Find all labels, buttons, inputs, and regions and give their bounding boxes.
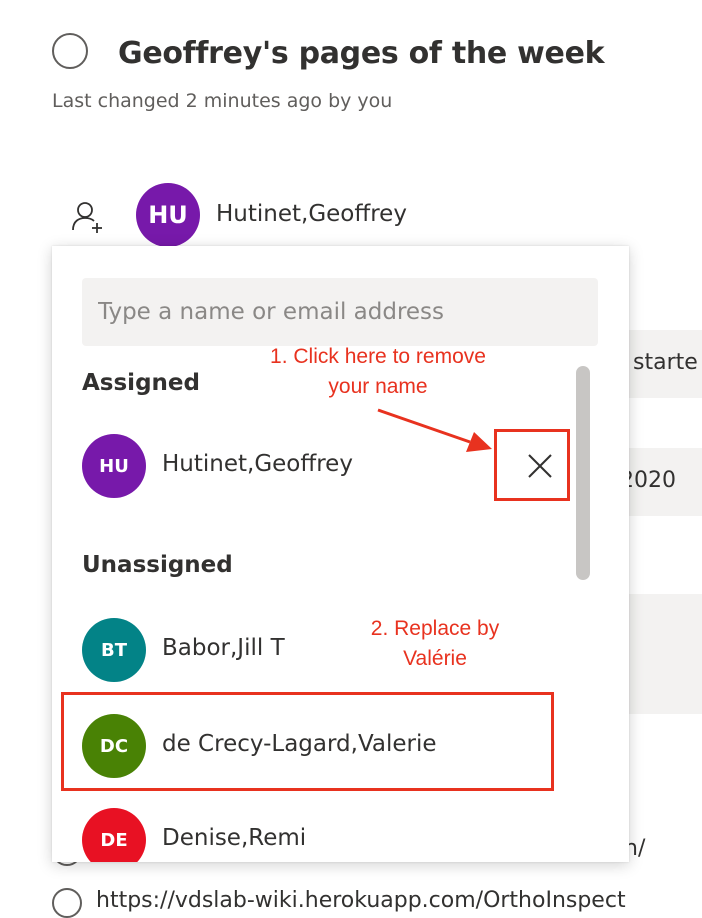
avatar-initials: DE [100, 829, 128, 851]
background-fragment-started: starte [633, 350, 698, 375]
scrollbar-thumb[interactable] [576, 366, 590, 580]
annotation-step-2-line-1: 2. Replace by [370, 617, 500, 640]
avatar: HU [82, 434, 146, 498]
unassigned-person-row[interactable]: DE Denise,Remi [82, 808, 562, 862]
annotation-step-1-line-1: 1. Click here to remove [270, 345, 486, 368]
people-search-input[interactable] [82, 278, 598, 346]
annotation-step-2: 2. Replace by Valérie [345, 614, 525, 674]
last-changed-text: Last changed 2 minutes ago by you [52, 90, 393, 112]
annotation-step-1: 1. Click here to remove your name [238, 342, 518, 402]
person-name: Hutinet,Geoffrey [162, 451, 353, 477]
add-person-icon[interactable] [70, 199, 104, 235]
assignee-avatar: HU [136, 183, 200, 247]
task-title[interactable]: Geoffrey's pages of the week [118, 36, 605, 71]
checklist-link[interactable]: https://vdslab-wiki.herokuapp.com/OrthoI… [96, 888, 626, 913]
scrollbar-track[interactable] [568, 360, 598, 862]
checklist-radio-2[interactable] [52, 888, 82, 918]
complete-task-circle[interactable] [52, 33, 88, 69]
avatar-initials: BT [101, 639, 127, 661]
avatar: DE [82, 808, 146, 862]
annotation-replace-highlight [61, 692, 554, 791]
assigned-heading: Assigned [82, 370, 200, 396]
annotation-step-2-line-2: Valérie [403, 647, 467, 670]
unassigned-heading: Unassigned [82, 552, 233, 578]
person-name: Denise,Remi [162, 825, 307, 851]
annotation-step-1-line-2: your name [328, 375, 428, 398]
assignee-initials: HU [148, 201, 188, 229]
avatar: BT [82, 618, 146, 682]
annotation-remove-highlight [494, 429, 570, 501]
assignment-row[interactable]: HU Hutinet,Geoffrey [70, 183, 470, 249]
person-name: Babor,Jill T [162, 635, 285, 661]
assigned-person-row[interactable]: HU Hutinet,Geoffrey [82, 434, 562, 498]
background-notes-area [620, 594, 702, 714]
assignee-name: Hutinet,Geoffrey [216, 201, 407, 227]
avatar-initials: HU [99, 455, 129, 477]
